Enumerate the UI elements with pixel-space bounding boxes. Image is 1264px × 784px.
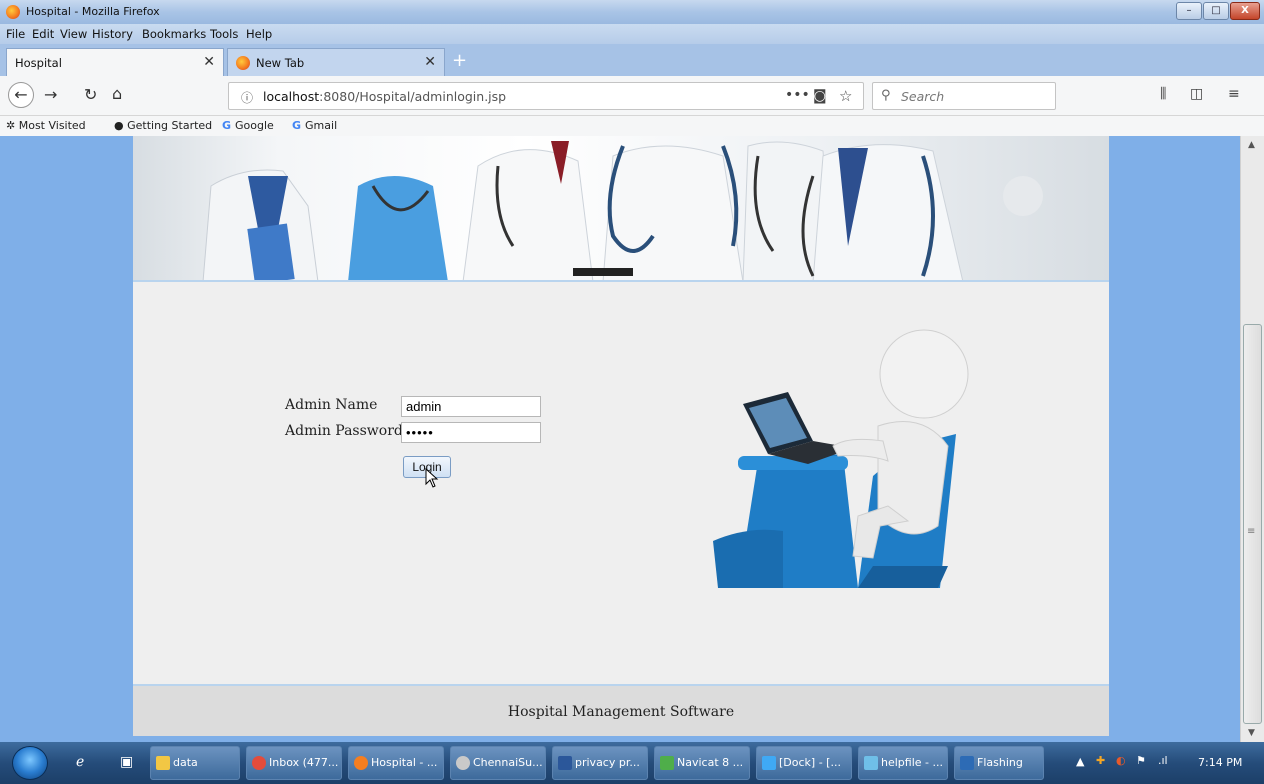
tray-network-icon[interactable]: ⚑	[1136, 754, 1146, 767]
search-icon: ⚲	[881, 88, 891, 103]
search-placeholder: Search	[901, 89, 945, 104]
mouse-pointer-icon	[425, 468, 439, 488]
taskbar-item-hospital[interactable]: Hospital - ...	[348, 746, 444, 780]
firefox-logo-icon	[6, 5, 20, 19]
taskbar-item-dock[interactable]: [Dock] - [...	[756, 746, 852, 780]
taskbar-clock[interactable]: 7:14 PM	[1198, 756, 1242, 769]
person-with-laptop-illustration	[713, 329, 969, 588]
admin-name-label: Admin Name	[285, 397, 378, 413]
admin-password-label: Admin Password	[285, 423, 403, 439]
menu-edit[interactable]: Edit	[32, 27, 54, 41]
close-tab-icon[interactable]: ✕	[203, 54, 215, 70]
navicat-icon	[660, 756, 674, 770]
taskbar-item-flashing[interactable]: Flashing	[954, 746, 1044, 780]
folder-icon	[156, 756, 170, 770]
new-tab-plus-icon[interactable]: +	[452, 50, 467, 71]
dock-icon	[762, 756, 776, 770]
tab-label: Hospital	[15, 56, 62, 70]
library-icon[interactable]: ⫼	[1160, 86, 1166, 102]
menu-view[interactable]: View	[60, 27, 87, 41]
navigation-toolbar: ← → ↻ ⌂ ⓘ localhost:8080/Hospital/adminl…	[0, 76, 1264, 116]
taskbar-item-inbox[interactable]: Inbox (477...	[246, 746, 342, 780]
tab-new-tab[interactable]: New Tab ✕	[227, 48, 445, 76]
firefox-tab-icon	[236, 56, 250, 70]
search-input[interactable]: ⚲ Search	[872, 82, 1056, 110]
menu-history[interactable]: History	[92, 27, 133, 41]
info-icon[interactable]: ⓘ	[241, 89, 253, 106]
signal-strength-icon[interactable]: .ıl	[1158, 754, 1168, 767]
media-player-icon[interactable]: ▣	[120, 754, 133, 770]
reload-icon[interactable]: ↻	[84, 85, 97, 104]
page-footer: Hospital Management Software	[133, 684, 1109, 736]
tab-strip: Hospital ✕ New Tab ✕ +	[0, 44, 1264, 76]
menu-file[interactable]: File	[6, 27, 25, 41]
flashing-icon	[960, 756, 974, 770]
maximize-button[interactable]: □	[1203, 2, 1229, 20]
scrollbar-grip-icon: ≡	[1247, 526, 1256, 537]
page-actions-icon[interactable]: •••	[785, 87, 810, 103]
doctors-banner-image	[133, 136, 1109, 282]
back-arrow-icon[interactable]: ←	[8, 82, 34, 108]
menu-bar: File Edit View History Bookmarks Tools H…	[0, 24, 1264, 44]
tray-volume-icon[interactable]: ◐	[1116, 754, 1126, 767]
taskbar-item-privacy[interactable]: privacy pr...	[552, 746, 648, 780]
bookmark-google[interactable]: G Google	[222, 119, 274, 132]
taskbar-item-navicat[interactable]: Navicat 8 ...	[654, 746, 750, 780]
google-icon: G	[222, 119, 232, 132]
pocket-icon[interactable]: ◙	[813, 88, 827, 104]
bookmark-getting-started[interactable]: ● Getting Started	[114, 119, 212, 132]
hamburger-menu-icon[interactable]: ≡	[1228, 86, 1240, 102]
window-title-bar: Hospital - Mozilla Firefox – □ X	[0, 0, 1264, 24]
scroll-up-arrow-icon[interactable]: ▲	[1248, 140, 1255, 150]
firefox-icon	[354, 756, 368, 770]
bookmarks-bar: ✲ Most Visited ● Getting Started G Google…	[0, 116, 1264, 136]
web-content: Admin Name Admin Password Login	[0, 136, 1240, 742]
admin-password-input[interactable]	[401, 422, 541, 443]
admin-name-input[interactable]	[401, 396, 541, 417]
tab-label: New Tab	[256, 56, 305, 70]
word-document-icon	[558, 756, 572, 770]
menu-bookmarks[interactable]: Bookmarks	[142, 27, 206, 41]
close-window-button[interactable]: X	[1230, 2, 1260, 20]
forward-arrow-icon[interactable]: →	[44, 85, 57, 104]
vertical-scrollbar[interactable]: ▲ ≡ ▼	[1240, 136, 1264, 742]
sidebar-icon[interactable]: ◫	[1190, 86, 1203, 102]
bookmark-gmail[interactable]: G Gmail	[292, 119, 337, 132]
address-bar[interactable]: ⓘ localhost:8080/Hospital/adminlogin.jsp…	[228, 82, 864, 110]
chrome-icon	[252, 756, 266, 770]
helpfile-icon	[864, 756, 878, 770]
bookmark-star-icon[interactable]: ☆	[839, 87, 852, 105]
menu-tools[interactable]: Tools	[210, 27, 238, 41]
taskbar-item-data[interactable]: data	[150, 746, 240, 780]
window-title: Hospital - Mozilla Firefox	[26, 5, 160, 18]
bookmark-most-visited[interactable]: ✲ Most Visited	[6, 119, 86, 132]
close-tab-icon[interactable]: ✕	[424, 54, 436, 70]
address-text[interactable]: localhost:8080/Hospital/adminlogin.jsp	[263, 89, 506, 104]
scrollbar-thumb[interactable]	[1243, 324, 1262, 724]
home-icon[interactable]: ⌂	[112, 84, 122, 103]
scroll-down-arrow-icon[interactable]: ▼	[1248, 728, 1255, 738]
internet-explorer-icon[interactable]: ℯ	[76, 754, 84, 770]
google-icon: G	[292, 119, 302, 132]
start-button-icon[interactable]	[12, 746, 48, 780]
tray-app-icon[interactable]: ✚	[1096, 754, 1105, 767]
tab-hospital[interactable]: Hospital ✕	[6, 48, 224, 76]
page-panel: Admin Name Admin Password Login	[133, 136, 1109, 736]
menu-help[interactable]: Help	[246, 27, 272, 41]
gear-icon	[456, 756, 470, 770]
minimize-button[interactable]: –	[1176, 2, 1202, 20]
windows-taskbar: ℯ ▣ data Inbox (477... Hospital - ... Ch…	[0, 742, 1264, 784]
show-hidden-icons-icon[interactable]: ▲	[1076, 755, 1084, 768]
taskbar-item-helpfile[interactable]: helpfile - ...	[858, 746, 948, 780]
taskbar-item-chennaisu[interactable]: ChennaiSu...	[450, 746, 546, 780]
